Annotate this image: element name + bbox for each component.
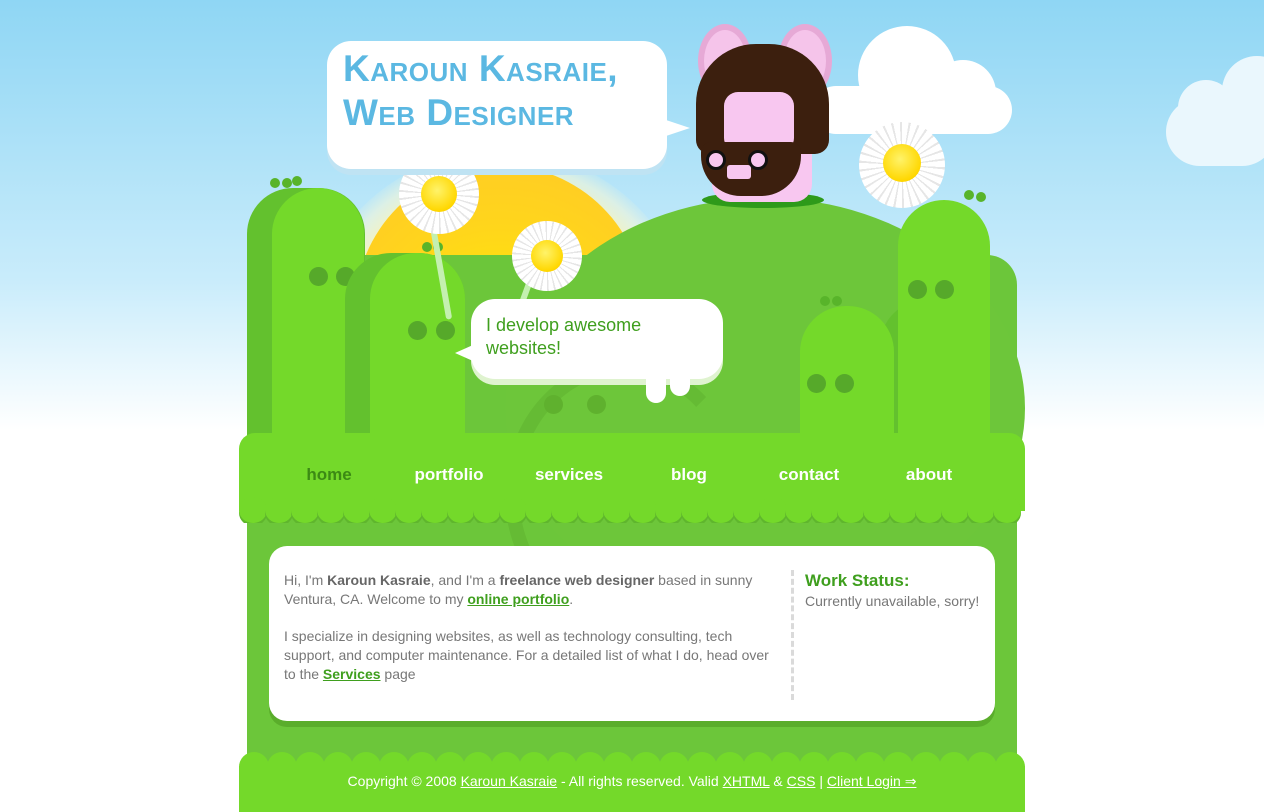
bubble-drip-decoration [670, 370, 690, 396]
copyright-text: Copyright © 2008 [347, 773, 461, 789]
separator-text: | [815, 773, 827, 789]
ampersand-text: & [769, 773, 787, 789]
online-portfolio-link[interactable]: online portfolio [467, 591, 569, 607]
intro-text: , and I'm a [430, 572, 500, 588]
work-status-text: Currently unavailable, sorry! [805, 593, 980, 609]
footer-text: Copyright © 2008 Karoun Kasraie - All ri… [239, 773, 1025, 790]
nav-contact[interactable]: contact [754, 465, 864, 485]
site-title-line2: Web Designer [343, 92, 575, 133]
css-link[interactable]: CSS [787, 773, 816, 789]
intro-paragraph-2: I specialize in designing websites, as w… [284, 627, 784, 684]
services-link[interactable]: Services [323, 666, 381, 682]
work-status-title: Work Status: [805, 571, 910, 590]
content-divider [791, 570, 794, 700]
nav-about[interactable]: about [874, 465, 984, 485]
title-bubble-tail [660, 118, 690, 138]
nav-home[interactable]: home [274, 465, 384, 485]
site-title-line1: Karoun Kasraie, [343, 48, 619, 89]
nav-services[interactable]: services [514, 465, 624, 485]
intro-text: Hi, I'm [284, 572, 328, 588]
intro-text: . [569, 591, 574, 607]
client-login-link[interactable]: Client Login ⇒ [827, 773, 917, 789]
nav-portfolio[interactable]: portfolio [394, 465, 504, 485]
tagline: I develop awesome websites! [486, 315, 642, 358]
footer-name-link[interactable]: Karoun Kasraie [461, 773, 558, 789]
intro-text: page [380, 666, 416, 682]
nav-blog[interactable]: blog [634, 465, 744, 485]
xhtml-link[interactable]: XHTML [723, 773, 770, 789]
tagline-bubble-tail [455, 345, 473, 361]
bubble-drip-decoration [646, 370, 666, 403]
intro-paragraph-1: Hi, I'm Karoun Kasraie, and I'm a freela… [284, 571, 784, 609]
intro-role: freelance web designer [499, 572, 655, 588]
nav-scallop-edge [239, 497, 1025, 523]
intro-name: Karoun Kasraie [327, 572, 431, 588]
rights-text: - All rights reserved. Valid [557, 773, 723, 789]
